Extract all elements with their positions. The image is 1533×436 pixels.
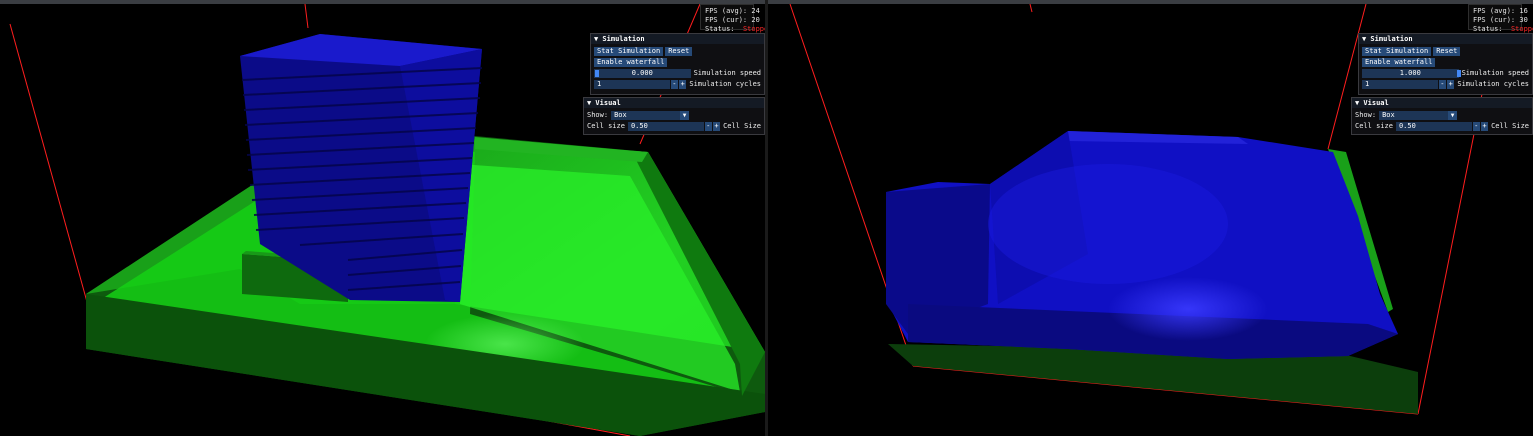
cycles-decrement-button[interactable]: - (670, 80, 678, 89)
cell-size-label-right: Cell Size (723, 122, 761, 130)
cycles-decrement-button[interactable]: - (1438, 80, 1446, 89)
start-simulation-button[interactable]: Stat Simulation (1362, 47, 1432, 56)
show-dropdown[interactable]: Box ▼ (1379, 111, 1458, 120)
simulation-speed-value: 0.000 (631, 69, 653, 77)
water-surface (886, 131, 1398, 359)
status-value: Stopped (1510, 25, 1533, 33)
simulation-speed-slider[interactable]: 0.000 (594, 69, 691, 78)
show-dropdown-value: Box (1382, 111, 1395, 119)
visual-panel: ▼ Visual Show: Box ▼ Cell size 0.50 - + … (1351, 97, 1533, 135)
simulation-panel: ▼ Simulation Stat Simulation Reset Enabl… (590, 33, 765, 95)
simulation-cycles-input[interactable]: 1 (1362, 80, 1438, 89)
simulation-cycles-label: Simulation cycles (1457, 80, 1530, 88)
visual-panel: ▼ Visual Show: Box ▼ Cell size 0.50 - + … (583, 97, 765, 135)
simulation-cycles-input[interactable]: 1 (594, 80, 670, 89)
fps-avg-value: 16 (1519, 7, 1528, 15)
simulation-panel-header[interactable]: ▼ Simulation (591, 34, 764, 44)
simulation-cycles-label: Simulation cycles (689, 80, 762, 88)
show-label: Show: (587, 111, 609, 119)
cell-size-input[interactable]: 0.50 (1395, 122, 1472, 131)
reset-button[interactable]: Reset (665, 47, 693, 56)
simulation-panel-header[interactable]: ▼ Simulation (1359, 34, 1532, 44)
start-simulation-button[interactable]: Stat Simulation (594, 47, 664, 56)
reset-button[interactable]: Reset (1433, 47, 1461, 56)
visual-panel-header[interactable]: ▼ Visual (584, 98, 764, 108)
cycles-increment-button[interactable]: + (1447, 80, 1455, 89)
enable-waterfall-button[interactable]: Enable waterfall (1362, 58, 1436, 67)
show-label: Show: (1355, 111, 1377, 119)
chevron-down-icon[interactable]: ▼ (1448, 111, 1458, 120)
stats-overlay: FPS (avg): 16 FPS (cur): 30 Status: Stop… (1468, 4, 1533, 33)
simulation-speed-slider[interactable]: 1.000 (1362, 69, 1461, 78)
chevron-down-icon[interactable]: ▼ (680, 111, 690, 120)
simulation-speed-value: 1.000 (1399, 69, 1421, 77)
status-label: Status: (1473, 25, 1503, 33)
stats-overlay: FPS (avg): 24 FPS (cur): 20 Status: Stop… (700, 4, 765, 33)
fps-avg-value: 24 (751, 7, 760, 15)
cell-size-label-right: Cell Size (1491, 122, 1529, 130)
fps-cur-label: FPS (cur): (705, 16, 748, 24)
cell-size-label-left: Cell size (1355, 122, 1393, 130)
slider-grab-handle[interactable] (1457, 70, 1461, 77)
viewport-right[interactable]: FPS (avg): 16 FPS (cur): 30 Status: Stop… (768, 4, 1533, 436)
show-dropdown[interactable]: Box ▼ (611, 111, 690, 120)
simulation-speed-label: Simulation speed (1461, 69, 1529, 77)
show-dropdown-value: Box (614, 111, 627, 119)
visual-panel-header[interactable]: ▼ Visual (1352, 98, 1532, 108)
cell-size-decrement-button[interactable]: - (1472, 122, 1480, 131)
fps-avg-label: FPS (avg): (1473, 7, 1516, 15)
cell-size-increment-button[interactable]: + (712, 122, 721, 131)
slider-grab-handle[interactable] (595, 70, 599, 77)
cycles-increment-button[interactable]: + (679, 80, 687, 89)
fps-cur-value: 30 (1519, 16, 1528, 24)
fps-cur-label: FPS (cur): (1473, 16, 1516, 24)
enable-waterfall-button[interactable]: Enable waterfall (594, 58, 668, 67)
status-value: Stopped (742, 25, 765, 33)
cell-size-increment-button[interactable]: + (1480, 122, 1489, 131)
status-label: Status: (705, 25, 735, 33)
fps-avg-label: FPS (avg): (705, 7, 748, 15)
viewport-left[interactable]: FPS (avg): 24 FPS (cur): 20 Status: Stop… (0, 4, 765, 436)
simulation-speed-label: Simulation speed (693, 69, 761, 77)
simulation-panel: ▼ Simulation Stat Simulation Reset Enabl… (1358, 33, 1533, 95)
cell-size-decrement-button[interactable]: - (704, 122, 712, 131)
fps-cur-value: 20 (751, 16, 760, 24)
cell-size-label-left: Cell size (587, 122, 625, 130)
cell-size-input[interactable]: 0.50 (627, 122, 704, 131)
